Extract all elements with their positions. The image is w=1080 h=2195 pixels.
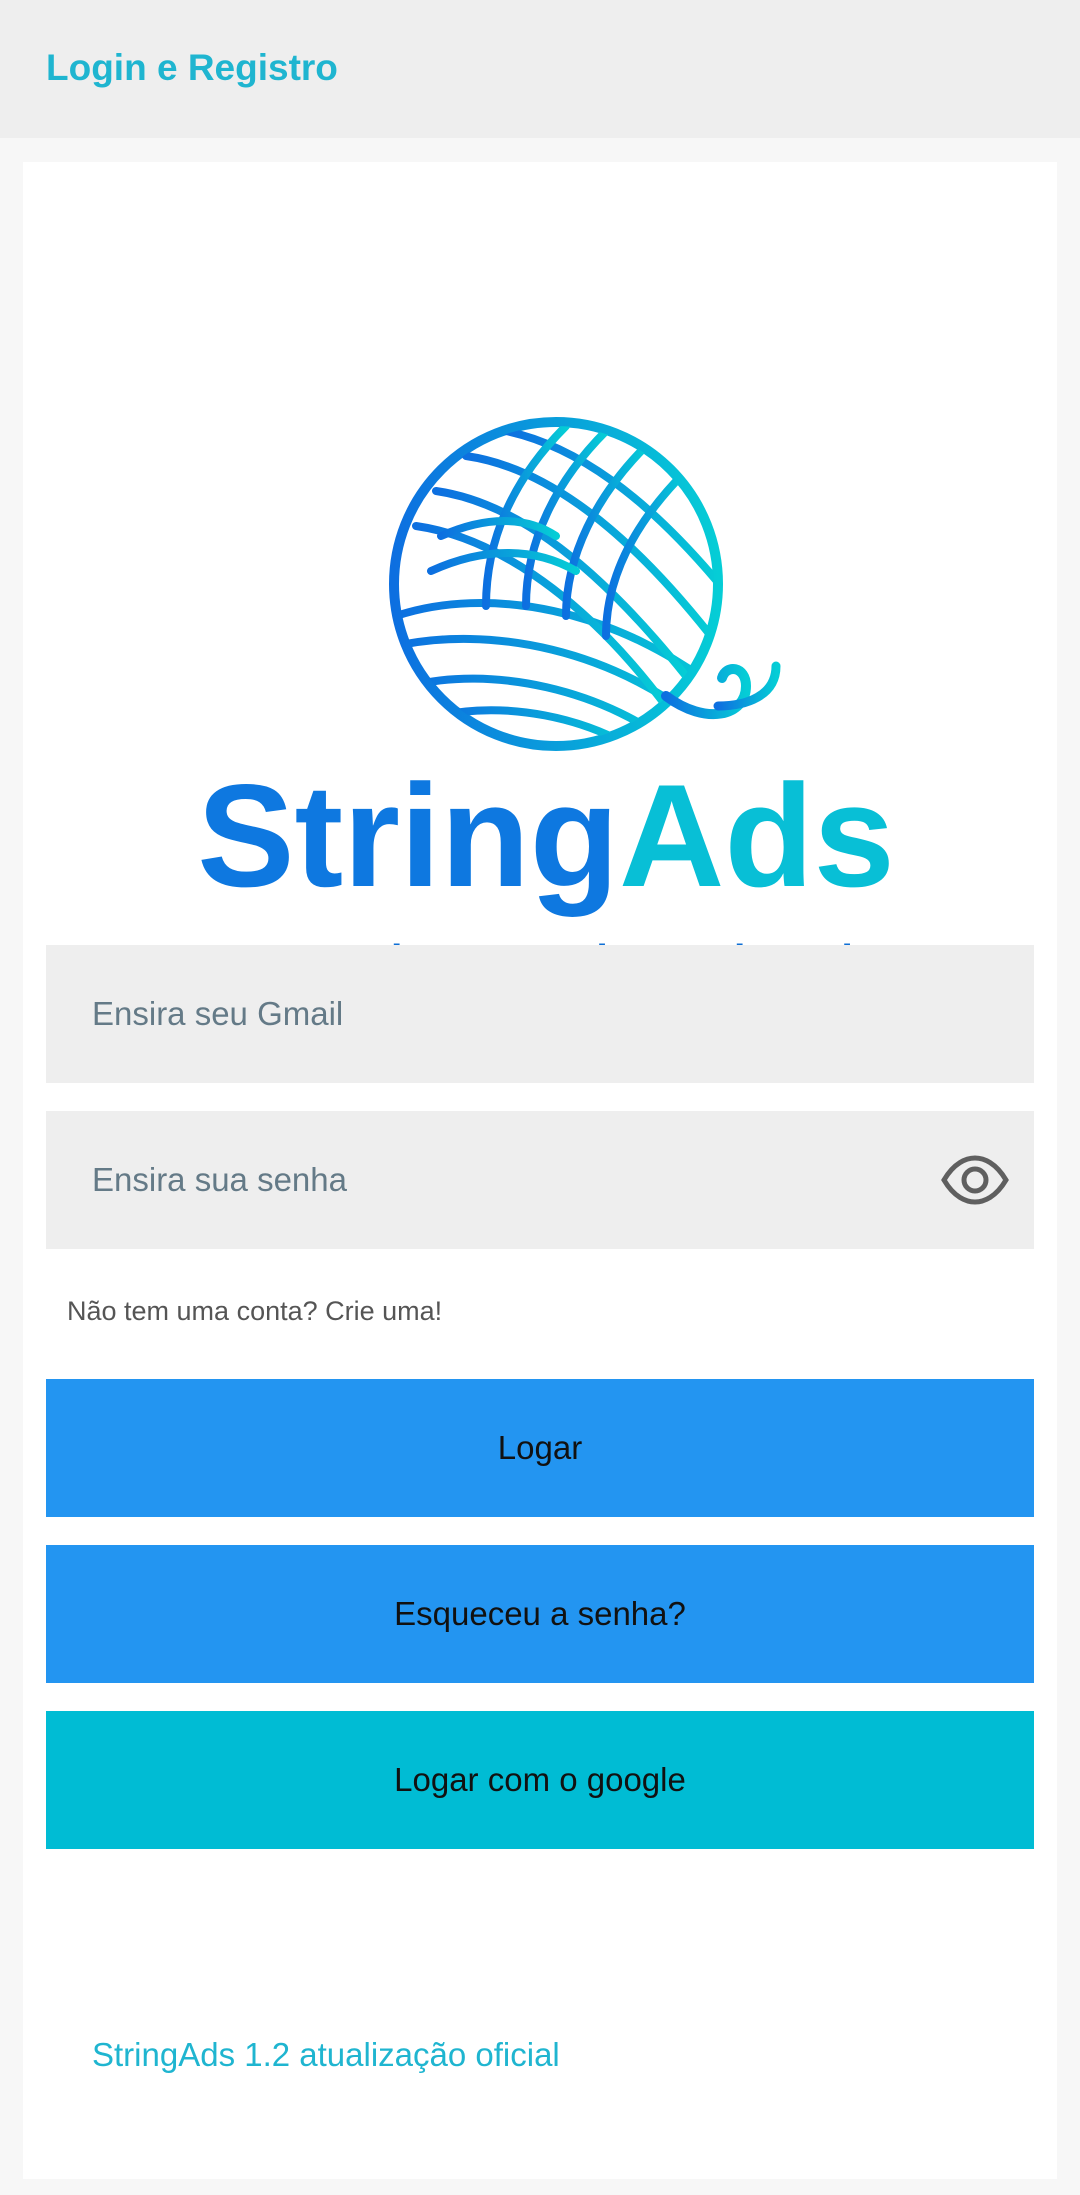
version-text: StringAds 1.2 atualização oficial	[92, 2036, 560, 2073]
login-card: StringAds Desenvolva, Monetize, StringAd…	[23, 162, 1057, 2179]
brand-wordmark: StringAds	[197, 754, 895, 917]
brand-wordmark-part2: Ads	[619, 754, 895, 917]
app-title: Login e Registro	[46, 47, 338, 88]
google-login-button[interactable]: Logar com o google	[46, 1711, 1034, 1849]
eye-icon[interactable]	[940, 1153, 1010, 1207]
login-button[interactable]: Logar	[46, 1379, 1034, 1517]
password-input[interactable]	[46, 1111, 1034, 1249]
yarn-ball-icon	[389, 417, 781, 751]
brand-logo: StringAds Desenvolva, Monetize, StringAd…	[186, 286, 906, 1026]
password-field[interactable]	[46, 1111, 1034, 1249]
create-account-link[interactable]: Não tem uma conta? Crie uma!	[67, 1296, 442, 1327]
app-bar: Login e Registro	[0, 0, 1080, 138]
brand-wordmark-part1: String	[197, 754, 619, 917]
email-field[interactable]	[46, 945, 1034, 1083]
email-input[interactable]	[46, 945, 1034, 1083]
forgot-password-button[interactable]: Esqueceu a senha?	[46, 1545, 1034, 1683]
